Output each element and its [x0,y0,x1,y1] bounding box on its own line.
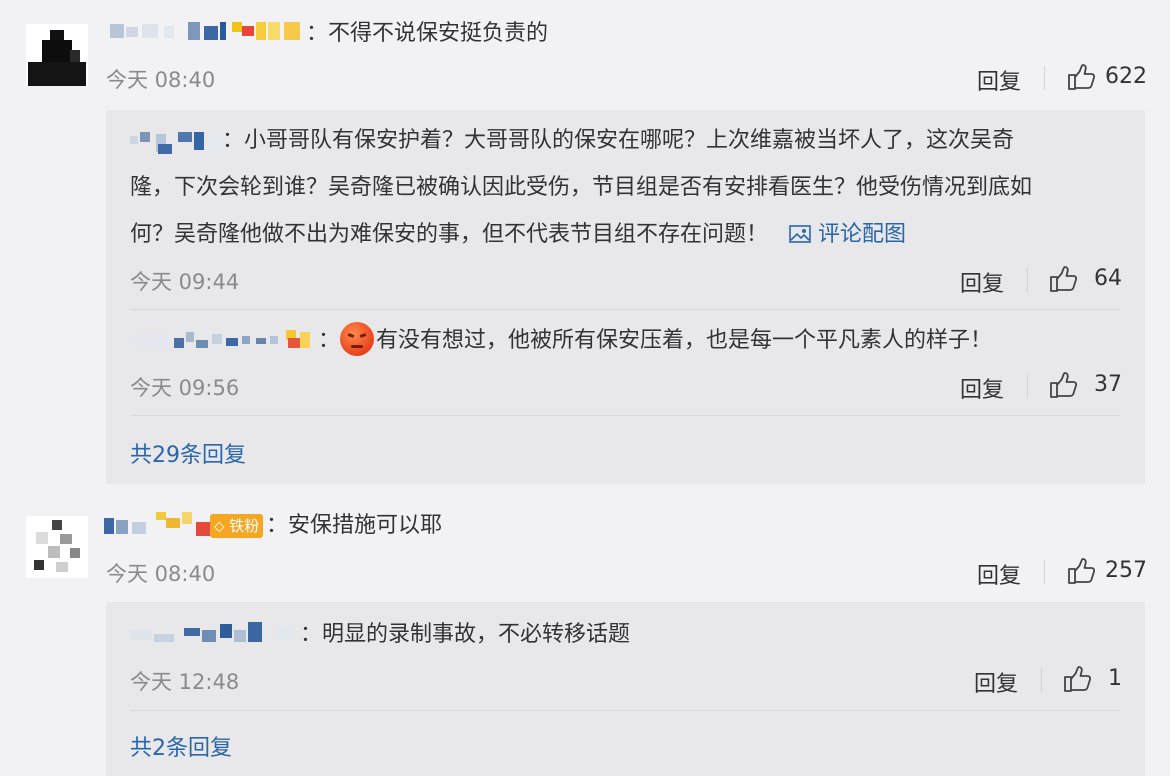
more-replies-link[interactable]: 共29条回复 [130,437,246,469]
reply-button[interactable]: 回复 [974,666,1018,698]
username[interactable] [108,18,308,48]
comment-text: 不得不说保安挺负责的 [328,21,549,46]
separator [1027,268,1028,292]
reply-text-line-1: 小哥哥队有保安护着？大哥哥队的保安在哪呢？上次维嘉被当坏人了，这次吴奇 [244,128,1015,153]
thumbs-up-icon[interactable] [1066,556,1096,586]
reply-username[interactable] [130,326,340,354]
reply-text-line-2: 隆，下次会轮到谁？吴奇隆已被确认因此受伤，节目组是否有安排看医生？他受伤情况到底… [130,175,1033,200]
comment-time: 今天 08:40 [106,68,216,92]
reply-time: 今天 12:48 [130,670,240,694]
avatar[interactable] [26,24,88,86]
reply-time: 今天 09:44 [130,270,240,294]
like-count: 622 [1105,64,1147,89]
fan-badge: ⬦ 铁粉 [210,514,264,538]
comment-text: 安保措施可以耶 [288,513,443,538]
thumbs-up-icon[interactable] [1048,264,1078,294]
fan-badge-icon: ⬦ [214,517,225,535]
reply-button[interactable]: 回复 [977,558,1021,590]
separator [1044,560,1045,584]
thumbs-up-icon[interactable] [1048,370,1078,400]
more-replies-link[interactable]: 共2条回复 [130,730,232,762]
reply-button[interactable]: 回复 [960,266,1004,298]
like-count: 1 [1108,666,1122,691]
image-link[interactable]: 评论配图 [789,222,906,247]
thumbs-up-icon[interactable] [1066,62,1096,92]
reply-username[interactable] [130,620,310,648]
reply-text: 明显的录制事故，不必转移话题 [322,622,631,647]
like-count: 64 [1094,266,1122,291]
separator [1044,66,1045,90]
avatar[interactable] [26,516,88,578]
reply-text-line-3: 何？吴奇隆他做不出为难保安的事，但不代表节目组不存在问题！ [130,222,769,247]
comment-time: 今天 08:40 [106,562,216,586]
reply-button[interactable]: 回复 [960,372,1004,404]
image-icon [789,225,811,243]
like-count: 257 [1105,558,1147,583]
image-link-label: 评论配图 [818,222,907,247]
divider [130,415,1120,416]
like-count: 37 [1094,372,1122,397]
reply-time: 今天 09:56 [130,376,240,400]
separator [1027,374,1028,398]
separator [1041,668,1042,692]
divider [130,309,1120,310]
fan-badge-label: 铁粉 [229,517,260,535]
angry-emoji-icon [340,322,374,356]
reply-text: 有没有想过，他被所有保安压着，也是每一个平凡素人的样子！ [376,328,993,353]
reply-button[interactable]: 回复 [977,64,1021,96]
thumbs-up-icon[interactable] [1062,664,1092,694]
divider [130,710,1120,711]
username[interactable] [104,510,214,542]
